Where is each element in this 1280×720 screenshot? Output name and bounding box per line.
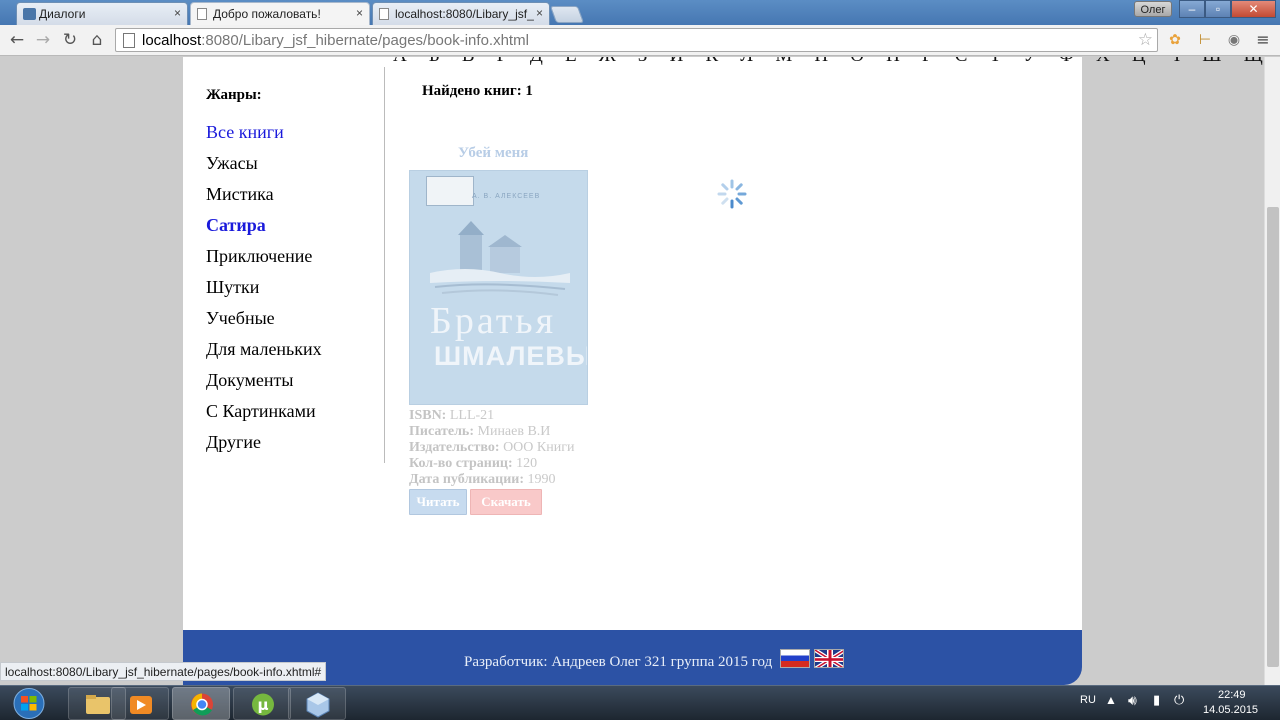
user-profile-button[interactable]: Олег	[1134, 1, 1172, 17]
back-arrow-icon[interactable]: ←	[6, 30, 28, 50]
close-tab-icon[interactable]: ×	[174, 6, 181, 20]
tray-arrow-icon[interactable]: ▲	[1105, 693, 1117, 707]
publisher-label: Издательство:	[409, 440, 500, 455]
minimize-button[interactable]: –	[1179, 0, 1205, 18]
loading-spinner-icon	[717, 179, 747, 209]
windows-taskbar: µ RU ▲ 🔊︎ ▮ ⏻ 22:49 14.05.2015	[0, 685, 1280, 720]
download-button[interactable]: Скачать	[470, 489, 542, 515]
read-button[interactable]: Читать	[409, 489, 467, 515]
library-stamp	[426, 176, 474, 206]
tab-label: Добро пожаловать!	[213, 7, 321, 21]
windows-start-icon[interactable]	[2, 687, 56, 720]
genre-educational[interactable]: Учебные	[206, 308, 275, 329]
close-window-button[interactable]: ✕	[1231, 0, 1276, 18]
close-tab-icon[interactable]: ×	[536, 6, 543, 20]
book-writer: Писатель: Минаев В.И	[409, 424, 550, 440]
cover-illustration	[430, 221, 570, 296]
book-isbn: ISBN: LLL-21	[409, 408, 494, 424]
forward-arrow-icon[interactable]: →	[32, 30, 54, 50]
cover-title-line2: ШМАЛЕВЫ	[434, 341, 588, 371]
chrome-icon	[191, 693, 213, 716]
date-label: Дата публикации:	[409, 472, 524, 487]
clock-time[interactable]: 22:49	[1218, 689, 1246, 701]
tab-dialogs[interactable]: Диалоги ×	[16, 2, 188, 25]
taskbar-media-button[interactable]	[111, 687, 169, 720]
genre-jokes[interactable]: Шутки	[206, 277, 259, 298]
page-viewport: А Б В Г Д Е Ж З И К Л М Н О П Р С Т У Ф …	[0, 57, 1264, 685]
virtualbox-icon	[306, 692, 330, 718]
tab-label: Диалоги	[39, 7, 86, 21]
genre-kids[interactable]: Для маленьких	[206, 339, 322, 360]
status-bar: localhost:8080/Libary_jsf_hibernate/page…	[0, 662, 327, 681]
uk-flag-icon[interactable]	[814, 649, 844, 668]
volume-icon[interactable]: 🔊︎	[1128, 692, 1137, 709]
tab-book-info[interactable]: localhost:8080/Libary_jsf_ ×	[372, 2, 550, 25]
pages-value: 120	[516, 456, 538, 471]
genre-other[interactable]: Другие	[206, 432, 261, 453]
genre-pictures[interactable]: С Картинками	[206, 401, 316, 422]
utorrent-icon: µ	[252, 693, 274, 716]
footer-developer-text: Разработчик: Андреев Олег 321 группа 201…	[464, 654, 773, 670]
genre-sidebar: Жанры: Все книги Ужасы Мистика Сатира Пр…	[183, 67, 385, 463]
svg-text:µ: µ	[257, 696, 268, 714]
date-value: 1990	[527, 472, 556, 487]
page-scrollbar[interactable]	[1264, 57, 1280, 685]
book-date: Дата публикации: 1990	[409, 472, 556, 488]
paw-extension-icon[interactable]: ✿	[1166, 31, 1184, 49]
language-indicator[interactable]: RU	[1080, 694, 1096, 706]
page-icon	[379, 8, 389, 20]
page-icon	[123, 33, 135, 48]
new-tab-button[interactable]	[549, 6, 585, 23]
pages-label: Кол-во страниц:	[409, 456, 513, 471]
cover-title-line1: Братья	[430, 300, 557, 342]
isbn-label: ISBN:	[409, 408, 447, 423]
isbn-value: LLL-21	[449, 408, 495, 423]
genre-documents[interactable]: Документы	[206, 370, 294, 391]
bookmark-star-icon[interactable]: ☆	[1138, 30, 1153, 50]
close-tab-icon[interactable]: ×	[356, 6, 363, 20]
address-bar[interactable]: localhost:8080/Libary_jsf_hibernate/page…	[115, 28, 1158, 52]
genres-heading: Жанры:	[206, 87, 262, 103]
page-content: А Б В Г Д Е Ж З И К Л М Н О П Р С Т У Ф …	[183, 57, 1264, 630]
book-pages: Кол-во страниц: 120	[409, 456, 537, 472]
clock-date[interactable]: 14.05.2015	[1203, 704, 1258, 716]
browser-tabstrip: Диалоги × Добро пожаловать! × localhost:…	[0, 0, 1280, 26]
tab-welcome[interactable]: Добро пожаловать! ×	[190, 2, 370, 26]
home-icon[interactable]: ⌂	[86, 30, 108, 50]
maximize-button[interactable]: ▫	[1205, 0, 1231, 18]
genre-mystic[interactable]: Мистика	[206, 184, 274, 205]
tab-label: localhost:8080/Libary_jsf_	[395, 7, 534, 21]
genre-horror[interactable]: Ужасы	[206, 153, 258, 174]
cover-author: А. В. АЛЕКСЕЕВ	[472, 193, 541, 200]
menu-icon[interactable]: ≡	[1254, 31, 1272, 49]
book-cover-image[interactable]: А. В. АЛЕКСЕЕВ Братья ШМАЛЕВЫ	[409, 170, 588, 405]
reload-icon[interactable]: ↻	[59, 30, 81, 50]
genre-satire[interactable]: Сатира	[206, 215, 266, 236]
books-found-count: Найдено книг: 1	[422, 83, 533, 99]
taskbar-chrome-button[interactable]	[172, 687, 230, 720]
media-player-icon	[130, 696, 152, 714]
browser-toolbar: ← → ↻ ⌂ localhost:8080/Libary_jsf_hibern…	[0, 25, 1280, 56]
vk-icon	[23, 8, 36, 20]
url-path: :8080/Libary_jsf_hibernate/pages/book-in…	[201, 32, 529, 49]
taskbar-virtualbox-button[interactable]	[288, 687, 346, 720]
book-publisher: Издательство: ООО Книги	[409, 440, 574, 456]
publisher-value: ООО Книги	[503, 440, 575, 455]
genre-all-books[interactable]: Все книги	[206, 122, 284, 143]
scrollbar-thumb[interactable]	[1267, 207, 1279, 667]
writer-value: Минаев В.И	[477, 424, 551, 439]
page-icon	[197, 8, 207, 20]
alphabet-filter[interactable]: А Б В Г Д Е Ж З И К Л М Н О П Р С Т У Ф …	[393, 57, 1264, 67]
russian-flag-icon[interactable]	[780, 649, 810, 668]
taskbar-utorrent-button[interactable]: µ	[233, 687, 291, 720]
power-icon[interactable]: ⏻	[1174, 692, 1184, 708]
extension-circle-icon[interactable]: ◉	[1225, 31, 1243, 49]
writer-label: Писатель:	[409, 424, 474, 439]
genre-adventure[interactable]: Приключение	[206, 246, 312, 267]
extension-icon[interactable]: ⊢	[1196, 31, 1214, 49]
url-host: localhost	[142, 32, 202, 49]
book-title[interactable]: Убей меня	[458, 145, 528, 162]
network-icon[interactable]: ▮	[1153, 692, 1160, 708]
